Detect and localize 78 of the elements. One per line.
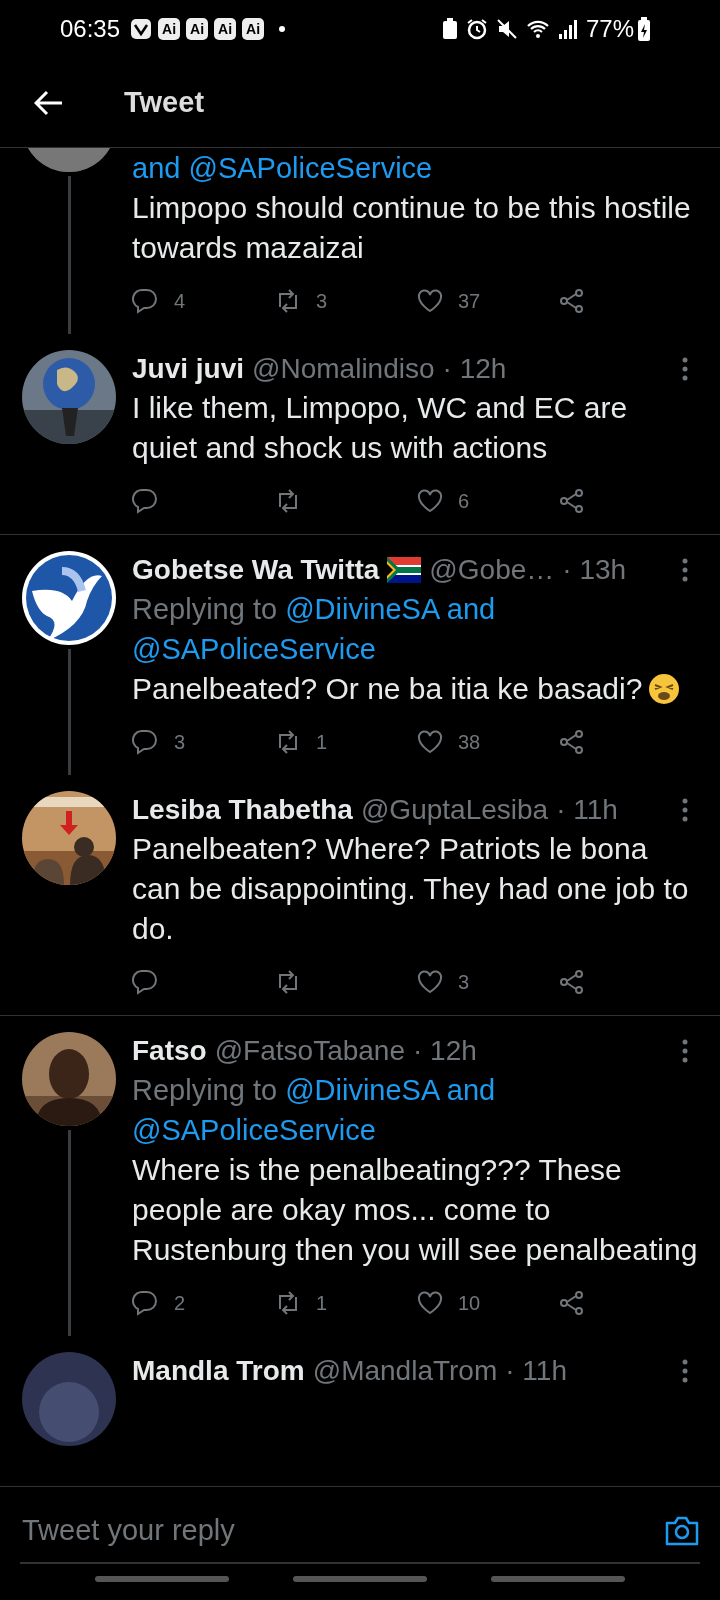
author-handle: @FatsoTabane	[214, 1034, 405, 1068]
post-time: · 11h	[505, 1354, 567, 1388]
dot-icon	[278, 25, 287, 33]
reply-icon[interactable]	[132, 287, 160, 315]
reply-count: 2	[174, 1291, 186, 1316]
like-count: 38	[458, 730, 481, 755]
reply-icon[interactable]	[132, 487, 160, 515]
notification-badge: Ai	[242, 18, 265, 40]
share-icon[interactable]	[558, 1289, 586, 1317]
page-title: Tweet	[124, 85, 205, 120]
reply-count: 4	[174, 289, 186, 314]
notification-badge: Ai	[158, 18, 181, 40]
author-name: Lesiba Thabetha	[132, 793, 353, 827]
mention-link[interactable]: @SAPoliceService	[132, 1114, 376, 1146]
share-icon[interactable]	[558, 968, 586, 996]
like-count: 6	[458, 489, 470, 514]
more-options-icon[interactable]	[682, 1359, 688, 1383]
alarm-icon	[465, 18, 488, 40]
reply-input-field[interactable]: Tweet your reply	[20, 1507, 664, 1554]
tweet-text: I like them, Limpopo, WC and EC are quiet and shock us with actions	[132, 390, 629, 466]
tweet-text: Panelbeated? Or ne ba itia ke basadi?	[132, 669, 700, 709]
author-handle: @GuptaLesiba	[360, 793, 549, 827]
retweet-count: 1	[316, 1291, 328, 1316]
author-name: Gobetse Wa Twitta	[132, 553, 380, 587]
mention-link[interactable]: and @SAPoliceService	[132, 152, 433, 184]
post-time: · 12h	[413, 1034, 477, 1068]
tweet-text: Limpopo should continue to be this hostile towards mazaizai	[132, 190, 692, 266]
reply-icon[interactable]	[132, 968, 160, 996]
camera-icon[interactable]	[664, 1514, 700, 1547]
heart-icon[interactable]	[416, 968, 444, 996]
like-count: 37	[458, 289, 481, 314]
replying-to-label: Replying to	[132, 1074, 278, 1106]
more-options-icon[interactable]	[682, 1039, 688, 1063]
more-options-icon[interactable]	[682, 798, 688, 822]
notification-badge: Ai	[214, 18, 237, 40]
battery-saver-icon	[441, 18, 458, 40]
post-time: · 12h	[442, 352, 507, 386]
app-notification-icon	[130, 18, 153, 40]
mention-link[interactable]: @DiivineSA and	[285, 1074, 496, 1106]
reply-count: 3	[174, 730, 186, 755]
author-name: Mandla Trom	[132, 1354, 305, 1388]
replying-to-label: Replying to	[132, 593, 278, 625]
battery-level: 77%	[585, 14, 634, 44]
heart-icon[interactable]	[416, 1289, 444, 1317]
mute-icon	[495, 18, 518, 40]
author-handle: @MandlaTrom	[312, 1354, 498, 1388]
reply-icon[interactable]	[132, 1289, 160, 1317]
post-time: · 13h	[562, 553, 627, 587]
wifi-icon	[525, 18, 550, 40]
mention-link[interactable]: @SAPoliceService	[132, 633, 376, 665]
retweet-count: 1	[316, 730, 328, 755]
heart-icon[interactable]	[416, 728, 444, 756]
signal-icon	[557, 18, 578, 40]
author-handle: @Nomalindiso	[252, 352, 435, 386]
tweet-text: Where is the penalbeating??? These people are okay mos... come to Rustenburg then you will see penalbeating	[132, 1152, 699, 1268]
author-name: Fatso	[132, 1034, 207, 1068]
weary-face-emoji-icon	[648, 673, 681, 705]
share-icon[interactable]	[558, 728, 586, 756]
like-count: 3	[458, 970, 470, 995]
author-name: Juvi juvi	[132, 352, 245, 386]
more-options-icon[interactable]	[682, 558, 688, 582]
more-options-icon[interactable]	[682, 357, 688, 381]
reply-icon[interactable]	[132, 728, 160, 756]
heart-icon[interactable]	[416, 487, 444, 515]
post-time: · 11h	[556, 793, 618, 827]
notification-badge: Ai	[186, 18, 209, 40]
retweet-count: 3	[316, 289, 328, 314]
battery-icon	[638, 17, 650, 41]
like-count: 10	[458, 1291, 481, 1316]
clock: 06:35	[60, 14, 121, 44]
back-arrow-icon[interactable]	[34, 89, 64, 116]
mention-link[interactable]: @DiivineSA and	[285, 593, 496, 625]
author-handle: @Gobe…	[429, 553, 555, 587]
tweet-text: Panelbeaten? Where? Patriots le bona can be disappointing. They had one job to do.	[132, 831, 690, 947]
heart-icon[interactable]	[416, 287, 444, 315]
share-icon[interactable]	[558, 287, 586, 315]
flag-icon	[387, 557, 422, 583]
share-icon[interactable]	[558, 487, 586, 515]
